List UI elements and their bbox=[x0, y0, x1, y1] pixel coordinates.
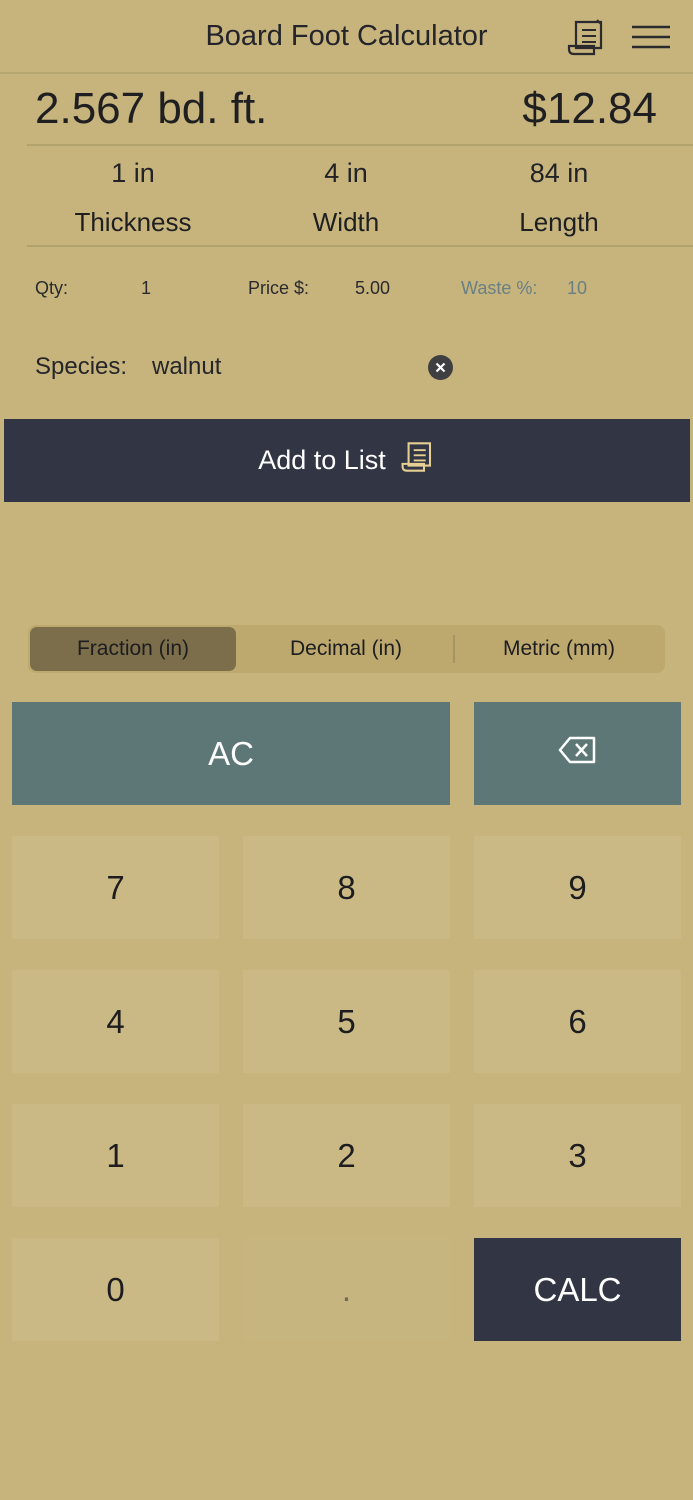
price-label: Price $: bbox=[248, 278, 310, 298]
species-label: Species: bbox=[35, 353, 128, 380]
hamburger-menu-icon[interactable] bbox=[630, 24, 672, 52]
calc-button[interactable]: CALC bbox=[474, 1238, 681, 1341]
key-6[interactable]: 6 bbox=[474, 970, 681, 1073]
unit-metric-tab[interactable]: Metric (mm) bbox=[456, 627, 662, 671]
key-3[interactable]: 3 bbox=[474, 1104, 681, 1207]
width-value: 4 in bbox=[324, 158, 368, 188]
key-5[interactable]: 5 bbox=[243, 970, 450, 1073]
qty-input[interactable]: 1 bbox=[141, 278, 151, 299]
qty-label: Qty: bbox=[35, 278, 69, 298]
length-value: 84 in bbox=[529, 158, 589, 188]
unit-segmented-control: Fraction (in) Decimal (in) Metric (mm) bbox=[28, 625, 665, 673]
unit-fraction-tab[interactable]: Fraction (in) bbox=[30, 627, 236, 671]
thickness-field[interactable]: 1 in Thickness bbox=[27, 158, 239, 238]
divider bbox=[27, 245, 693, 247]
header: Board Foot Calculator bbox=[0, 0, 693, 74]
backspace-button[interactable] bbox=[474, 702, 681, 805]
length-label: Length bbox=[519, 207, 599, 237]
key-decimal[interactable]: . bbox=[243, 1238, 450, 1341]
species-input[interactable]: walnut bbox=[152, 353, 221, 381]
thickness-label: Thickness bbox=[74, 207, 192, 237]
all-clear-button[interactable]: AC bbox=[12, 702, 450, 805]
receipt-icon bbox=[400, 439, 436, 482]
divider bbox=[27, 144, 693, 146]
thickness-value: 1 in bbox=[111, 158, 155, 188]
key-9[interactable]: 9 bbox=[474, 836, 681, 939]
key-4[interactable]: 4 bbox=[12, 970, 219, 1073]
add-to-list-button[interactable]: Add to List bbox=[4, 419, 690, 502]
key-7[interactable]: 7 bbox=[12, 836, 219, 939]
backspace-icon bbox=[558, 735, 598, 773]
key-1[interactable]: 1 bbox=[12, 1104, 219, 1207]
width-label: Width bbox=[312, 207, 380, 237]
clear-species-icon[interactable] bbox=[428, 355, 453, 380]
segment-divider bbox=[453, 635, 455, 663]
app: Board Foot Calculator 2.567 bd. ft. $12.… bbox=[0, 0, 693, 1500]
width-field[interactable]: 4 in Width bbox=[240, 158, 452, 238]
price-input[interactable]: 5.00 bbox=[355, 278, 390, 299]
key-0[interactable]: 0 bbox=[12, 1238, 219, 1341]
receipt-icon[interactable] bbox=[566, 18, 608, 58]
unit-decimal-tab[interactable]: Decimal (in) bbox=[243, 627, 449, 671]
waste-label: Waste %: bbox=[461, 278, 538, 298]
waste-input[interactable]: 10 bbox=[567, 278, 587, 299]
add-to-list-label: Add to List bbox=[258, 445, 386, 475]
board-feet-result: 2.567 bd. ft. bbox=[35, 84, 268, 133]
length-field[interactable]: 84 in Length bbox=[453, 158, 665, 238]
key-8[interactable]: 8 bbox=[243, 836, 450, 939]
key-2[interactable]: 2 bbox=[243, 1104, 450, 1207]
price-result: $12.84 bbox=[522, 84, 657, 133]
